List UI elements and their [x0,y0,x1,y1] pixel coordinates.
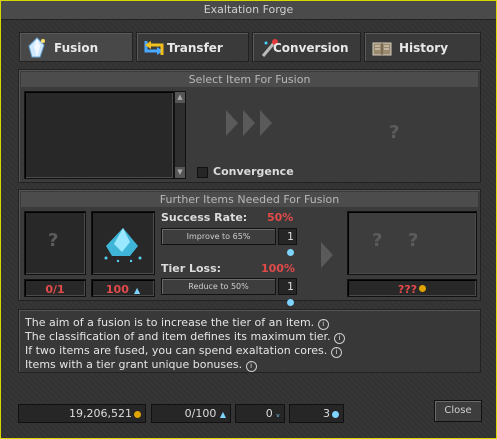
result-slot: ? ? [347,211,477,275]
dust-count: 100 ▲ [91,279,155,297]
gem-icon [332,410,339,418]
info-icon[interactable]: i [245,361,257,372]
info-icon[interactable]: i [330,347,342,358]
exaltation-dust-icon [104,228,142,263]
dust-item-slot [91,211,155,275]
result-placeholder-1: ? [372,230,383,251]
core-balance-text: 3 [323,407,330,420]
info-line: The aim of a fusion is to increase the t… [25,316,345,330]
required-item-count-text: 0/1 [45,283,65,296]
result-price: ??? [347,279,477,297]
gem-icon [287,298,294,306]
gold-balance-text: 19,206,521 [69,407,132,420]
scroll-up-icon[interactable]: ▲ [175,92,185,103]
improve-success-button[interactable]: Improve to 65% [161,228,276,245]
dust-balance-text: 0/100 [184,407,217,420]
tab-history[interactable]: History [364,32,481,62]
required-item-placeholder: ? [48,230,59,251]
gold-balance: 19,206,521 [18,404,146,423]
tab-label: History [399,41,449,55]
info-line: Items with a tier grant unique bonuses. … [25,358,345,372]
info-box: The aim of a fusion is to increase the t… [18,309,481,373]
item-list[interactable] [24,91,174,179]
select-item-panel: Select Item For Fusion ▲ ▼ ? Convergence [18,69,481,183]
gem-icon [287,248,294,256]
convergence-checkbox[interactable] [197,167,208,178]
result-placeholder-2: ? [408,230,419,251]
info-line: The classification of and item defines i… [25,330,346,344]
improve-cost: 1 [278,228,297,256]
transfer-arrows-icon [144,41,164,55]
gold-coin-icon [419,285,427,292]
reduce-cost: 1 [278,278,297,306]
dust-count-text: 100 [105,283,129,296]
tab-conversion[interactable]: Conversion [252,32,361,62]
dust-small-icon: ▲ [133,286,141,295]
tab-label: Fusion [54,41,99,55]
info-line: If two items are fused, you can spend ex… [25,344,345,358]
scroll-down-icon[interactable]: ▼ [175,167,185,178]
reduce-cost-text: 1 [287,280,294,293]
gold-coin-icon [134,410,141,418]
tab-fusion[interactable]: Fusion [19,32,133,62]
dust-small-icon: ▲ [219,410,226,419]
tab-label: Transfer [167,41,223,55]
required-item-slot[interactable]: ? [24,211,86,275]
window-title: Exaltation Forge [1,1,496,20]
info-icon[interactable]: i [317,319,329,330]
exaltation-forge-window: Exaltation Forge Fusion Transfer Convers… [0,0,497,439]
success-rate-value: 50% [267,211,294,224]
dust-balance: 0/100 ▲ [151,404,231,423]
further-items-heading: Further Items Needed For Fusion [21,192,478,207]
sliver-icon: ᵥ [276,410,280,420]
tier-loss-value: 100% [261,262,295,275]
improve-cost-text: 1 [287,230,294,243]
core-balance: 3 [289,404,344,423]
sliver-balance: 0 ᵥ [235,404,285,423]
convergence-label: Convergence [213,165,294,178]
tab-transfer[interactable]: Transfer [136,32,249,62]
required-item-count: 0/1 [24,279,86,297]
tab-label: Conversion [273,41,349,55]
result-arrow-icon [321,242,333,268]
close-button[interactable]: Close [434,400,482,422]
info-icon[interactable]: i [334,333,346,344]
result-price-text: ??? [397,283,418,296]
book-icon [372,42,392,56]
sliver-balance-text: 0 [265,407,273,420]
success-rate-label: Success Rate: [161,211,248,224]
crystal-icon [28,37,45,58]
reduce-tier-loss-button[interactable]: Reduce to 50% [161,278,276,295]
item-list-scrollbar[interactable]: ▲ ▼ [174,91,186,179]
tier-loss-label: Tier Loss: [161,262,222,275]
further-items-panel: Further Items Needed For Fusion ? 0/1 10… [18,189,481,306]
info-lines: The aim of a fusion is to increase the t… [25,316,346,372]
fusion-target-placeholder: ? [389,122,400,143]
select-item-heading: Select Item For Fusion [21,72,478,87]
